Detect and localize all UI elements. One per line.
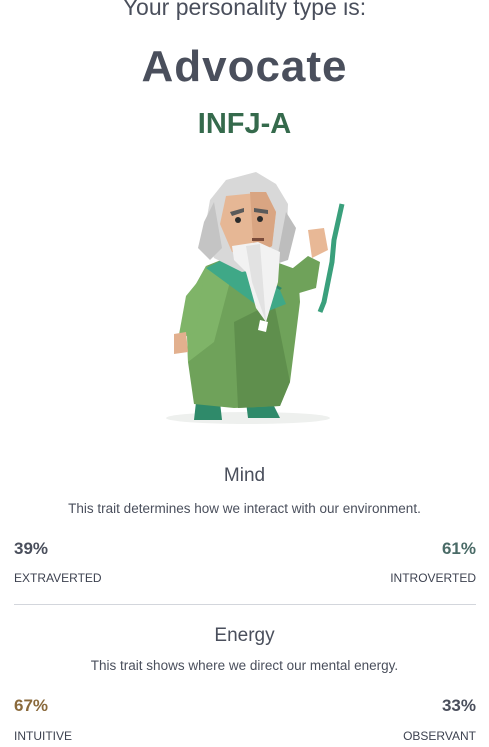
trait-label-introverted: INTROVERTED: [390, 571, 476, 585]
trait-label-intuitive: INTUITIVE: [14, 729, 73, 743]
trait-title-energy: Energy: [214, 625, 275, 646]
trait-percent-introverted: 61%: [441, 539, 476, 558]
trait-label-extraverted: EXTRAVERTED: [14, 571, 102, 585]
trait-title-mind: Mind: [223, 465, 266, 486]
personality-type-name: Advocate: [141, 42, 348, 91]
trait-percent-intuitive: 67%: [14, 696, 49, 715]
trait-percent-extraverted: 39%: [14, 539, 49, 558]
advocate-character-illustration: [166, 172, 345, 424]
personality-type-code: INFJ-A: [197, 108, 292, 140]
trait-label-observant: OBSERVANT: [403, 729, 476, 743]
trait-description-mind: This trait determines how we interact wi…: [68, 501, 421, 516]
trait-divider: [14, 604, 476, 605]
trait-percent-observant: 33%: [441, 696, 476, 715]
result-intro-text: Your personality type is:: [122, 0, 367, 20]
trait-description-energy: This trait shows where we direct our men…: [90, 658, 399, 673]
